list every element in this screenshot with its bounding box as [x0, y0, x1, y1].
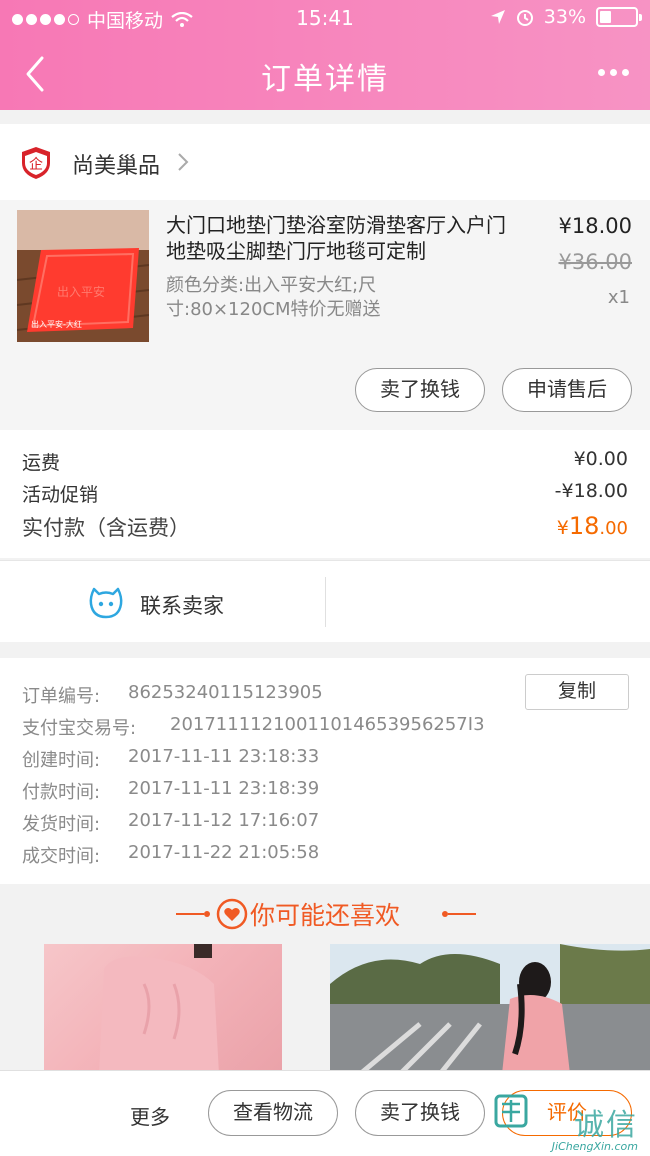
promo-row: 活动促销 -¥18.00 [22, 480, 628, 507]
navbar: 订单详情 [0, 40, 650, 106]
more-options-icon[interactable] [596, 60, 630, 84]
alarm-icon [516, 10, 533, 26]
info-label: 发货时间: [22, 814, 101, 835]
location-icon [490, 10, 505, 24]
svg-text:出入平安: 出入平安 [57, 284, 105, 299]
status-right: 33% [490, 6, 642, 28]
order-info: 订单编号: 86253240115123905 支付宝交易号: 20171111… [0, 658, 650, 884]
divider-line [448, 913, 476, 915]
order-number-row: 订单编号: 86253240115123905 [22, 682, 323, 708]
product-title[interactable]: 大门口地垫门垫浴室防滑垫客厅入户门地垫吸尘脚垫门厅地毯可定制 [166, 212, 510, 264]
chevron-right-icon [178, 153, 189, 171]
recommend-header: 你可能还喜欢 [0, 884, 650, 944]
shipping-value: ¥0.00 [573, 448, 628, 470]
fee-summary: 运费 ¥0.00 活动促销 -¥18.00 实付款（含运费） ¥18.00 [0, 430, 650, 558]
info-label: 创建时间: [22, 750, 101, 771]
product-thumbnail[interactable]: 出入平安 出入平安-大红 [17, 210, 149, 342]
info-value: 2017-11-11 23:18:39 [128, 778, 320, 799]
info-label: 支付宝交易号: [22, 718, 137, 739]
original-price: ¥36.00 [558, 250, 632, 274]
svg-text:企: 企 [29, 156, 43, 173]
info-value: 20171111210011014653956257I3 [170, 714, 485, 735]
thumbnail-caption: 出入平安-大红 [31, 320, 82, 329]
info-label: 成交时间: [22, 846, 101, 867]
info-label: 付款时间: [22, 782, 101, 803]
product-card: 出入平安 出入平安-大红 大门口地垫门垫浴室防滑垫客厅入户门地垫吸尘脚垫门厅地毯… [0, 200, 650, 430]
total-value: ¥18.00 [557, 512, 628, 540]
shop-badge-icon: 企 [22, 147, 50, 179]
chat-bubble-icon[interactable] [88, 585, 124, 621]
contact-seller-button[interactable]: 联系卖家 [140, 590, 224, 620]
total-int: 18 [568, 512, 600, 540]
promo-value: -¥18.00 [554, 480, 628, 502]
paid-time-row: 付款时间: 2017-11-11 23:18:39 [22, 778, 319, 804]
watermark-domain: JiChengXin.com [551, 1140, 638, 1153]
view-logistics-button[interactable]: 查看物流 [208, 1090, 338, 1136]
total-decimal: .00 [599, 518, 628, 539]
divider [325, 577, 326, 627]
contact-bar: 联系卖家 [0, 560, 650, 642]
recommend-title: 你可能还喜欢 [249, 901, 400, 930]
info-value: 2017-11-11 23:18:33 [128, 746, 320, 767]
quantity: x1 [607, 287, 630, 308]
product-price: ¥18.00 [558, 214, 632, 238]
completed-time-row: 成交时间: 2017-11-22 21:05:58 [22, 842, 319, 868]
total-currency: ¥ [556, 517, 569, 539]
shop-name[interactable]: 尚美巢品 [72, 148, 160, 180]
product-spec: 颜色分类:出入平安大红;尺寸:80×120CM特价无赠送 [166, 275, 381, 320]
status-bar: 中国移动 15:41 33% [0, 4, 650, 34]
after-sale-button[interactable]: 申请售后 [502, 368, 632, 412]
shipping-row: 运费 ¥0.00 [22, 448, 628, 475]
info-value: 86253240115123905 [128, 682, 323, 703]
battery-percent: 33% [543, 6, 586, 28]
sell-for-cash-button[interactable]: 卖了换钱 [355, 368, 485, 412]
more-button[interactable]: 更多 [130, 1101, 170, 1130]
copy-button[interactable]: 复制 [525, 674, 629, 710]
total-label: 实付款（含运费） [22, 516, 190, 540]
info-label: 订单编号: [22, 686, 101, 707]
recommend-item-image[interactable] [330, 944, 650, 1074]
battery-icon [596, 7, 642, 27]
total-row: 实付款（含运费） ¥18.00 [22, 512, 628, 542]
page-title: 订单详情 [261, 62, 389, 97]
watermark-text: 诚信 [574, 1108, 638, 1143]
alipay-trade-row: 支付宝交易号: 20171111210011014653956257I3 [22, 714, 485, 740]
shipping-label: 运费 [22, 452, 61, 474]
header: 中国移动 15:41 33% 订单详情 [0, 0, 650, 110]
shop-row[interactable]: 企 尚美巢品 [0, 124, 650, 200]
promo-label: 活动促销 [22, 484, 99, 506]
recommend-item-image[interactable] [44, 944, 282, 1074]
info-value: 2017-11-22 21:05:58 [128, 842, 320, 863]
created-time-row: 创建时间: 2017-11-11 23:18:33 [22, 746, 319, 772]
shipped-time-row: 发货时间: 2017-11-12 17:16:07 [22, 810, 319, 836]
sell-for-cash-button-bottom[interactable]: 卖了换钱 [355, 1090, 485, 1136]
info-value: 2017-11-12 17:16:07 [128, 810, 320, 831]
